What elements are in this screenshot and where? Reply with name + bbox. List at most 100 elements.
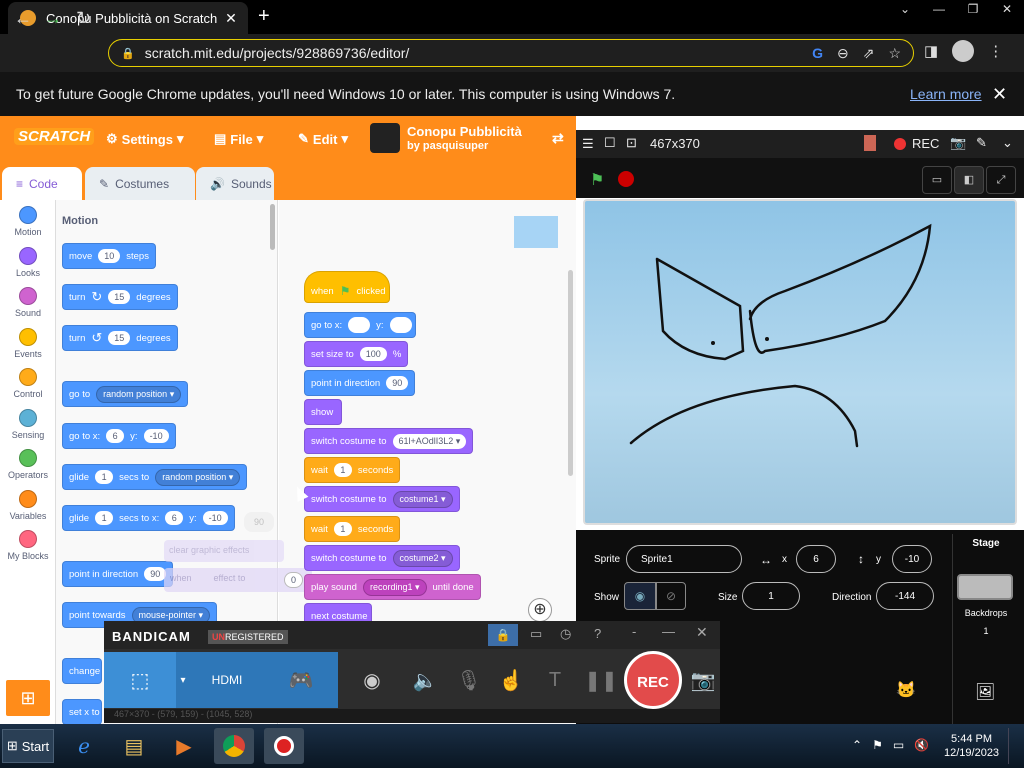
show-visible-eye-icon[interactable]: ◉ <box>624 582 656 610</box>
stage-canvas[interactable] <box>583 199 1017 525</box>
block-goto-xy[interactable]: go to x: 6 y: -10 <box>62 423 176 449</box>
block-input[interactable]: 1 <box>95 511 114 525</box>
block-input[interactable]: 6 <box>106 429 125 443</box>
block-dropdown[interactable]: random position ▾ <box>155 468 241 486</box>
cursor-effect-icon[interactable]: ☝ <box>494 652 528 708</box>
share-icon[interactable]: ⇗ <box>863 45 875 62</box>
internet-explorer-icon[interactable]: ℯ <box>64 728 104 764</box>
block-glide-random[interactable]: glide 1 secs to random position ▾ <box>62 464 248 490</box>
block-switch-costume-3[interactable]: switch costume to costume2 ▾ <box>304 545 460 571</box>
reload-icon[interactable]: ↻ <box>76 8 91 29</box>
block-input[interactable]: 10 <box>98 249 121 263</box>
block-goto-random[interactable]: go to random position ▾ <box>62 381 189 407</box>
block-point-direction-script[interactable]: point in direction 90 <box>304 370 416 396</box>
bandicam-close-icon[interactable]: ✕ <box>696 624 708 641</box>
bandicam-task-icon[interactable] <box>264 728 304 764</box>
block-input[interactable]: -10 <box>143 429 169 443</box>
tray-expand-icon[interactable]: ⌃ <box>852 738 862 752</box>
block-turn-ccw[interactable]: turn ↺ 15 degrees <box>62 325 178 351</box>
block-input[interactable] <box>348 317 371 333</box>
chrome-menu-icon[interactable]: ⋮ <box>988 42 1003 60</box>
size-field[interactable]: 1 <box>742 582 800 610</box>
block-set-x[interactable]: set x to <box>62 699 102 725</box>
microphone-off-icon[interactable]: 🎙 <box>450 652 488 708</box>
minimize-button[interactable]: — <box>922 0 956 20</box>
taskbar-clock[interactable]: 5:44 PM 12/19/2023 <box>944 732 999 760</box>
screen-record-mode-icon[interactable]: ⬚ <box>104 652 176 708</box>
volume-muted-icon[interactable]: 🔇 <box>914 738 929 752</box>
y-field[interactable]: -10 <box>892 545 932 573</box>
bandicam-minimize-icon[interactable]: — <box>662 624 675 639</box>
block-move[interactable]: move 10 steps <box>62 243 156 269</box>
normal-stage-icon[interactable]: ◧ <box>954 166 984 194</box>
bookmark-star-icon[interactable]: ☆ <box>888 45 901 62</box>
tab-close-icon[interactable]: ✕ <box>220 10 242 27</box>
pencil-icon[interactable]: ✎ <box>976 135 987 151</box>
display-icon[interactable]: ▭ <box>893 738 904 752</box>
tab-costumes[interactable]: ✎ Costumes <box>85 167 195 200</box>
category-sound[interactable]: Sound <box>0 287 56 318</box>
file-menu[interactable]: ▤ File ▾ <box>214 131 263 147</box>
help-icon[interactable]: ? <box>594 626 601 641</box>
block-input[interactable] <box>389 317 412 333</box>
close-window-button[interactable]: ✕ <box>990 0 1024 20</box>
direction-field[interactable]: -144 <box>876 582 934 610</box>
block-point-direction[interactable]: point in direction 90 <box>62 561 174 587</box>
palette-scrollbar[interactable] <box>270 204 275 250</box>
address-bar[interactable]: 🔒 scratch.mit.edu/projects/928869736/edi… <box>108 39 914 67</box>
forward-arrow-icon[interactable]: → <box>44 8 62 29</box>
block-input[interactable]: 6 <box>165 511 184 525</box>
profile-avatar[interactable] <box>952 40 975 62</box>
category-looks[interactable]: Looks <box>0 246 56 278</box>
clock-icon[interactable]: ◷ <box>560 626 571 642</box>
tab-code[interactable]: ≡ Code <box>2 167 82 200</box>
new-tab-button[interactable]: + <box>258 5 270 28</box>
show-hidden-eye-icon[interactable]: ⊘ <box>656 582 686 610</box>
pause-icon[interactable]: ❚❚ <box>584 652 618 708</box>
block-dropdown[interactable]: recording1 ▾ <box>362 578 427 596</box>
block-dropdown[interactable]: costume2 ▾ <box>392 549 453 567</box>
block-wait-2[interactable]: wait 1 seconds <box>304 516 401 542</box>
google-icon[interactable]: G <box>812 45 823 62</box>
block-input[interactable]: 1 <box>333 522 352 536</box>
screenshot-camera-icon[interactable]: 📷 <box>688 652 718 708</box>
category-variables[interactable]: Variables <box>0 489 56 521</box>
block-input[interactable]: 1 <box>333 463 352 477</box>
menu-icon[interactable]: ☰ <box>582 136 594 152</box>
tab-search-icon[interactable]: ⌄ <box>888 0 922 20</box>
tab-sounds[interactable]: 🔊 Sounds <box>196 167 274 200</box>
block-glide-xy[interactable]: glide 1 secs to x: 6 y: -10 <box>62 505 235 531</box>
block-show[interactable]: show <box>304 399 342 425</box>
category-events[interactable]: Events <box>0 327 56 359</box>
folder-icon[interactable]: ▭ <box>530 626 542 642</box>
block-input[interactable]: 15 <box>108 290 131 304</box>
learn-more-link[interactable]: Learn more <box>910 86 982 102</box>
start-button[interactable]: ⊞ Start <box>2 729 54 763</box>
block-change[interactable]: change <box>62 658 102 684</box>
block-input[interactable]: -10 <box>202 511 228 525</box>
lock-icon[interactable]: 🔒 <box>488 624 518 646</box>
webcam-off-icon[interactable]: ◉ <box>350 652 394 708</box>
category-motion[interactable]: Motion <box>0 206 56 237</box>
hdmi-mode-button[interactable]: HDMI <box>190 652 264 708</box>
capture-region-icon[interactable]: ⊡ <box>626 135 637 151</box>
category-control[interactable]: Control <box>0 368 56 399</box>
workspace-scrollbar[interactable] <box>568 270 573 476</box>
camera-icon[interactable]: 📷 <box>950 135 966 151</box>
block-dropdown[interactable]: costume1 ▾ <box>392 490 453 508</box>
back-arrow-icon[interactable]: ← <box>14 8 32 29</box>
settings-menu[interactable]: ⚙ Settings ▾ <box>106 131 183 147</box>
x-field[interactable]: 6 <box>796 545 836 573</box>
project-author[interactable]: by pasquisuper <box>407 140 488 152</box>
gamepad-icon[interactable]: 🎮 <box>264 652 338 708</box>
block-dropdown[interactable]: random position ▾ <box>96 385 182 403</box>
rec-label[interactable]: REC <box>912 136 939 151</box>
zoom-icon[interactable]: ⊖ <box>837 45 849 62</box>
block-input[interactable]: 1 <box>95 470 114 484</box>
chrome-icon[interactable] <box>214 728 254 764</box>
project-title[interactable]: Conopu Pubblicità <box>407 124 522 139</box>
stage-thumbnail[interactable] <box>957 574 1013 600</box>
small-stage-icon[interactable]: ▭ <box>922 166 952 194</box>
bandicam-mini-icon[interactable]: - <box>632 624 636 639</box>
mode-dropdown-icon[interactable]: ▾ <box>176 652 190 708</box>
